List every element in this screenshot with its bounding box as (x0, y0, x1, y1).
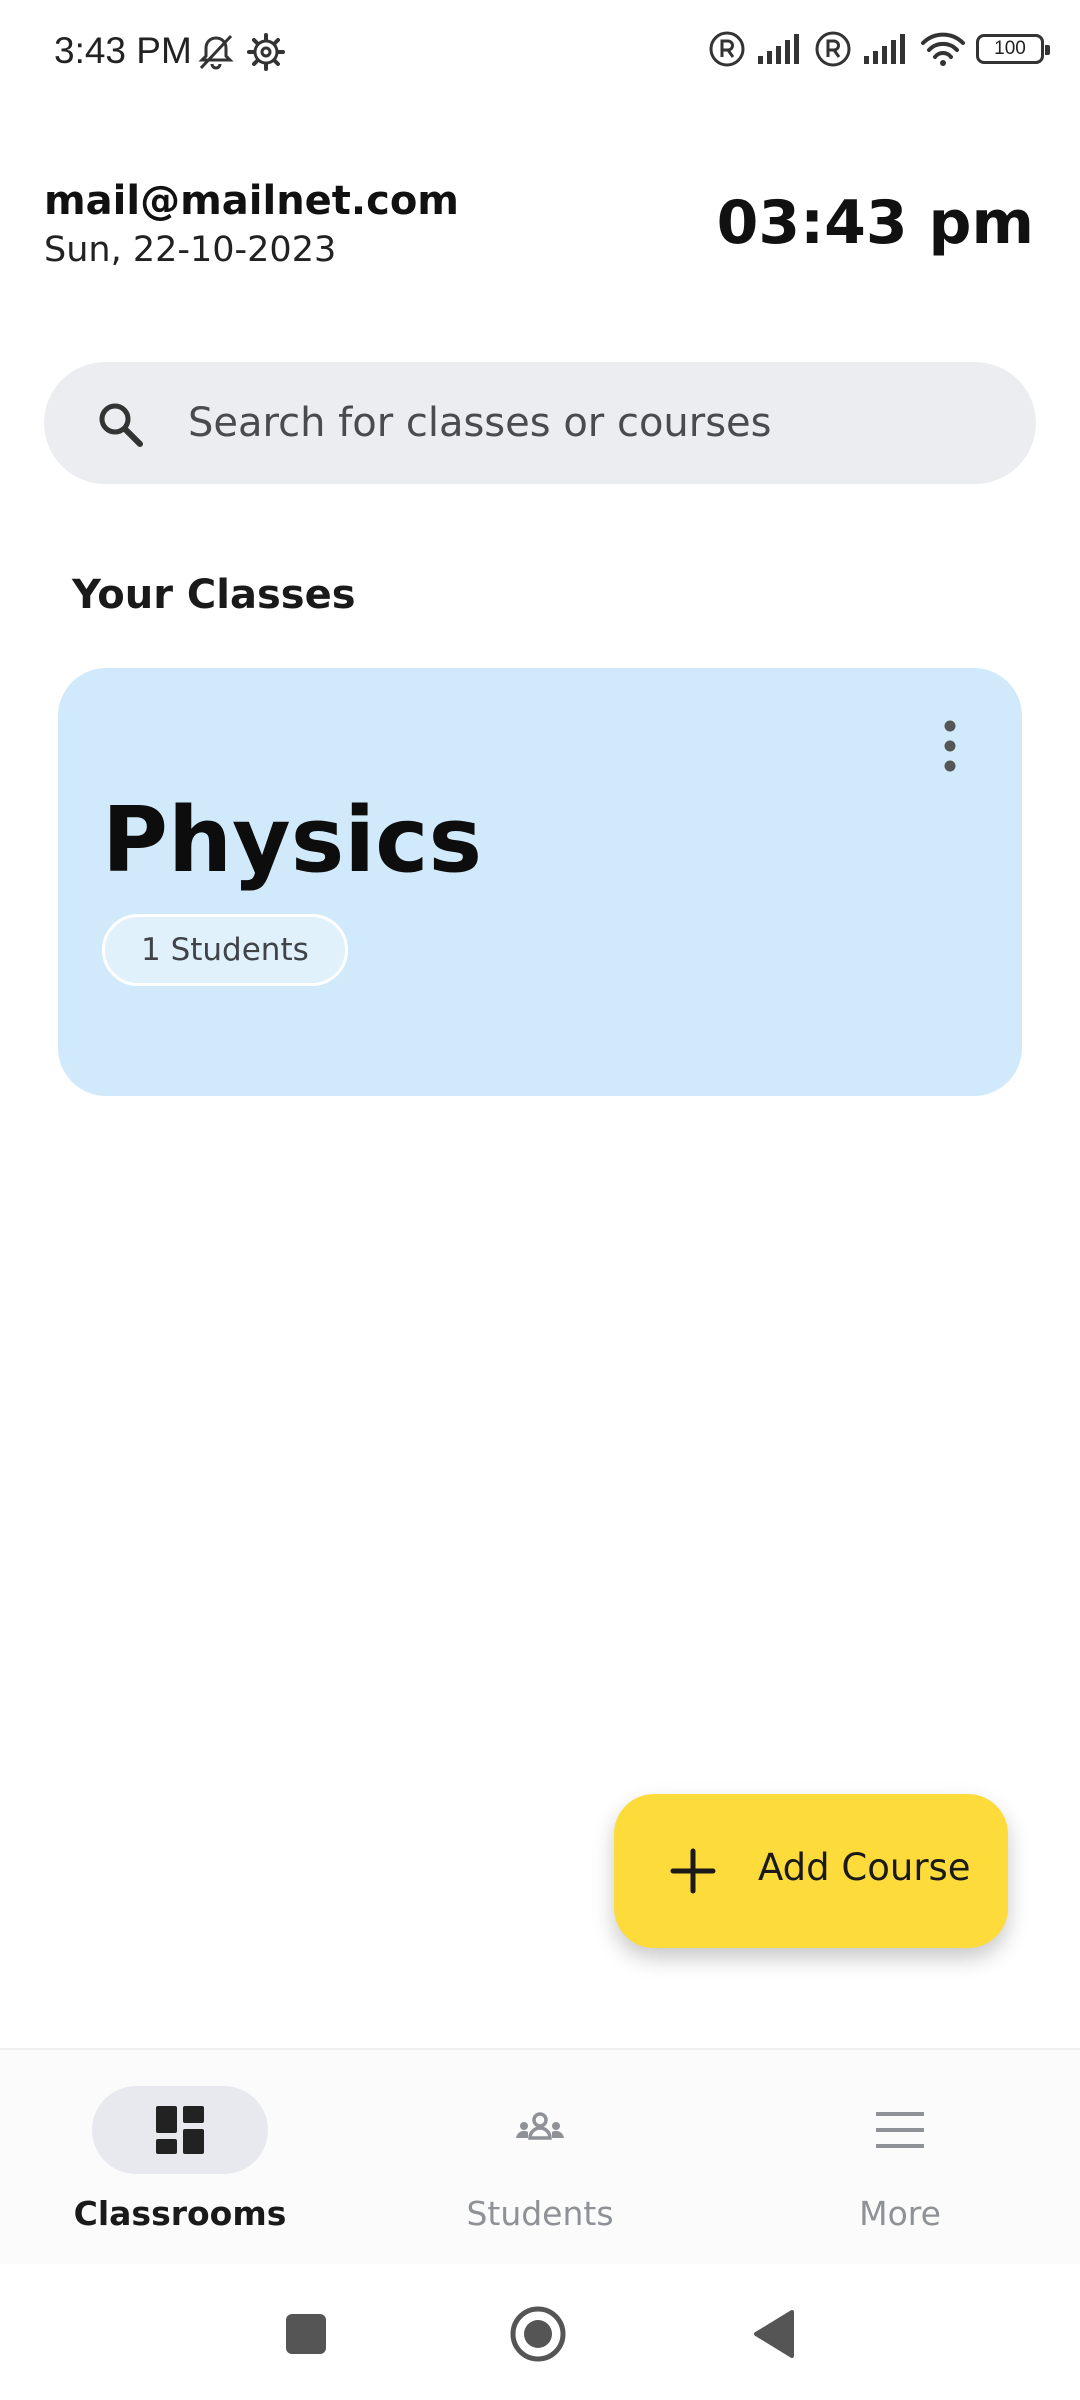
recents-square-icon[interactable] (276, 2304, 336, 2364)
menu-icon (876, 2112, 924, 2148)
class-name: Physics (102, 788, 483, 893)
search-bar[interactable] (44, 362, 1036, 484)
class-card[interactable]: Physics 1 Students (58, 668, 1022, 1096)
people-icon (516, 2112, 564, 2140)
bell-off-icon (198, 34, 234, 70)
battery-indicator: 100 (976, 34, 1050, 64)
nav-item-more[interactable]: More (720, 2050, 1080, 2266)
system-navigation-bar (0, 2264, 1080, 2400)
nav-item-students[interactable]: Students (360, 2050, 720, 2266)
more-vert-icon[interactable] (932, 718, 968, 774)
nav-label-classrooms: Classrooms (73, 2194, 287, 2233)
current-date: Sun, 22-10-2023 (44, 230, 337, 270)
add-course-button[interactable]: Add Course (614, 1794, 1008, 1948)
search-icon (99, 403, 143, 447)
registered-icon (709, 31, 745, 67)
status-icons: 100 (708, 30, 1050, 68)
students-count-badge: 1 Students (102, 914, 348, 986)
search-input[interactable] (186, 362, 986, 484)
current-time: 03:43 pm (716, 188, 1034, 258)
settings-icon (247, 33, 285, 71)
section-title: Your Classes (72, 572, 356, 618)
plus-icon (670, 1848, 716, 1894)
signal-icon (864, 34, 905, 64)
status-time: 3:43 PM (54, 30, 192, 71)
dashboard-icon (156, 2106, 204, 2154)
nav-label-more: More (859, 2194, 941, 2233)
wifi-icon (921, 32, 965, 66)
status-bar: 3:43 PM 100 (0, 0, 1080, 110)
students-count-label: 1 Students (141, 932, 309, 968)
home-circle-icon[interactable] (508, 2304, 568, 2364)
add-course-label: Add Course (758, 1846, 971, 1889)
bottom-navigation: Classrooms Students More (0, 2048, 1080, 2264)
user-email: mail@mailnet.com (44, 178, 459, 224)
back-triangle-icon[interactable] (744, 2304, 804, 2364)
battery-level: 100 (994, 38, 1026, 59)
registered-icon (815, 31, 851, 67)
signal-icon (758, 34, 799, 64)
nav-label-students: Students (466, 2194, 614, 2233)
nav-item-classrooms[interactable]: Classrooms (0, 2050, 360, 2266)
